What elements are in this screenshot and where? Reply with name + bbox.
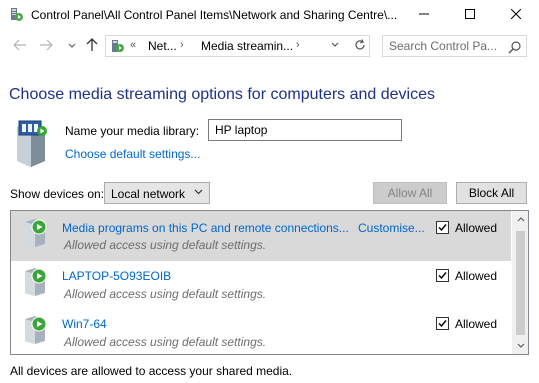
breadcrumb-network[interactable]: Net... — [148, 39, 177, 53]
device-row[interactable]: Media programs on this PC and remote con… — [11, 211, 511, 261]
media-library-label: Name your media library: — [65, 124, 200, 138]
allowed-label: Allowed — [455, 269, 498, 283]
media-device-icon — [23, 267, 49, 297]
show-devices-value: Local network — [111, 187, 186, 201]
scrollbar-thumb[interactable] — [516, 231, 525, 335]
maximize-icon — [465, 8, 475, 22]
media-streaming-icon — [8, 7, 24, 23]
status-message: All devices are allowed to access your s… — [10, 364, 293, 378]
arrow-left-icon — [13, 38, 27, 54]
close-button[interactable] — [493, 0, 539, 30]
device-description: Allowed access using default settings. — [64, 238, 267, 252]
media-device-icon — [23, 218, 49, 248]
maximize-button[interactable] — [447, 0, 493, 30]
allowed-checkbox[interactable] — [436, 317, 449, 330]
device-name[interactable]: Media programs on this PC and remote con… — [62, 221, 349, 235]
arrow-right-icon — [39, 38, 53, 54]
forward-button[interactable] — [37, 38, 55, 54]
page-title: Choose media streaming options for compu… — [9, 86, 435, 103]
scroll-down-button[interactable] — [512, 337, 528, 354]
device-description: Allowed access using default settings. — [64, 287, 267, 301]
breadcrumb-separator[interactable]: › — [180, 39, 184, 51]
scroll-up-button[interactable] — [512, 211, 528, 228]
default-settings-link[interactable]: Choose default settings... — [65, 147, 200, 161]
address-bar[interactable]: « Net... › Media streamin... › — [105, 35, 370, 57]
address-overflow[interactable]: « — [130, 39, 136, 51]
customise-link[interactable]: Customise... — [358, 221, 425, 235]
media-device-icon — [23, 315, 49, 345]
allowed-label: Allowed — [455, 221, 498, 235]
recent-locations-button[interactable] — [63, 38, 81, 54]
device-list: Media programs on this PC and remote con… — [10, 210, 529, 355]
close-icon — [510, 8, 522, 22]
device-row[interactable]: LAPTOP-5O93EOIB Allowed access using def… — [11, 261, 511, 311]
block-all-button[interactable]: Block All — [456, 182, 527, 204]
search-box[interactable] — [382, 35, 527, 57]
arrow-up-icon — [86, 37, 98, 55]
allowed-label: Allowed — [455, 317, 498, 331]
back-button[interactable] — [11, 38, 29, 54]
show-devices-label: Show devices on: — [10, 187, 105, 201]
up-button[interactable] — [83, 37, 101, 55]
device-name[interactable]: Win7-64 — [62, 317, 107, 331]
media-library-icon — [11, 117, 49, 167]
vertical-scrollbar[interactable] — [512, 211, 528, 354]
chevron-up-icon — [517, 215, 525, 224]
device-name[interactable]: LAPTOP-5O93EOIB — [62, 269, 171, 283]
refresh-button[interactable] — [351, 36, 369, 56]
chevron-down-icon — [68, 42, 76, 51]
show-devices-select[interactable]: Local network — [104, 182, 210, 204]
media-streaming-icon — [110, 39, 126, 54]
minimize-button[interactable] — [401, 0, 447, 30]
device-description: Allowed access using default settings. — [64, 335, 267, 349]
title-bar: Control Panel\All Control Panel Items\Ne… — [0, 0, 539, 30]
breadcrumb-media-streaming[interactable]: Media streamin... — [201, 39, 293, 53]
media-library-name-input[interactable] — [208, 119, 402, 141]
chevron-down-icon[interactable] — [331, 40, 339, 50]
refresh-icon — [354, 38, 366, 54]
chevron-down-icon — [517, 341, 525, 350]
search-icon[interactable] — [508, 40, 522, 54]
minimize-icon — [419, 8, 429, 22]
window-title: Control Panel\All Control Panel Items\Ne… — [31, 8, 398, 22]
search-input[interactable] — [389, 39, 499, 53]
device-row[interactable]: Win7-64 Allowed access using default set… — [11, 309, 511, 354]
breadcrumb-separator[interactable]: › — [296, 39, 300, 51]
allowed-checkbox[interactable] — [436, 221, 449, 234]
allowed-checkbox[interactable] — [436, 269, 449, 282]
chevron-down-icon — [194, 187, 203, 198]
allow-all-button[interactable]: Allow All — [373, 182, 447, 204]
